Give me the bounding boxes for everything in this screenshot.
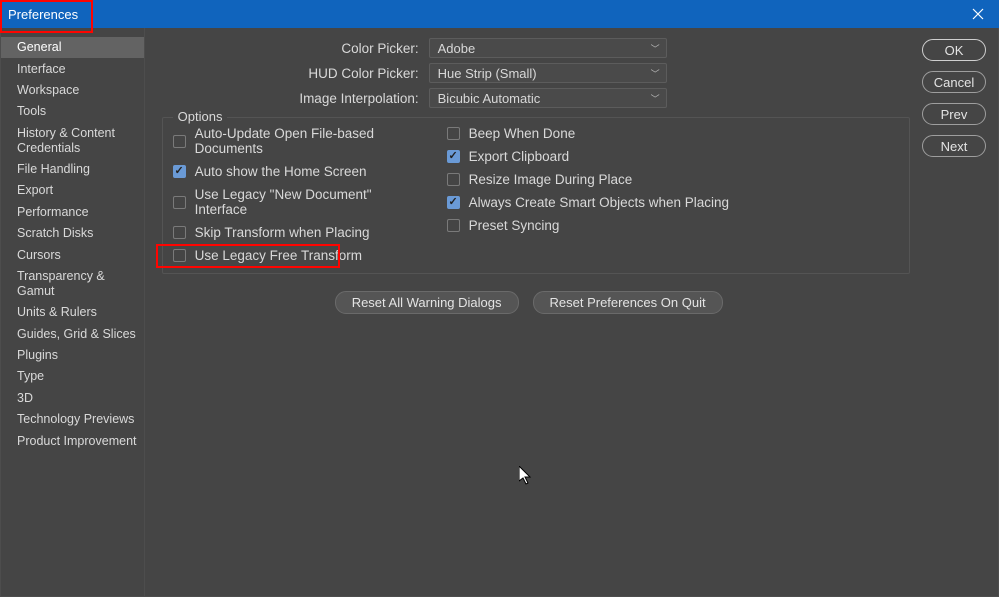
options-column-left: Auto-Update Open File-based Documents Aut… (173, 126, 427, 263)
checkbox-label: Auto-Update Open File-based Documents (195, 126, 427, 156)
sidebar-item-cursors[interactable]: Cursors (1, 244, 144, 265)
checkbox-label: Use Legacy "New Document" Interface (195, 187, 427, 217)
checkbox-box-icon (173, 226, 186, 239)
sidebar-item-interface[interactable]: Interface (1, 58, 144, 79)
sidebar-item-plugins[interactable]: Plugins (1, 345, 144, 366)
checkbox-box-icon (447, 150, 460, 163)
checkbox-preset-syncing[interactable]: Preset Syncing (447, 218, 729, 233)
reset-warning-dialogs-button[interactable]: Reset All Warning Dialogs (335, 291, 519, 314)
sidebar-item-transparency-gamut[interactable]: Transparency & Gamut (1, 266, 144, 302)
options-title: Options (173, 109, 228, 124)
checkbox-label: Beep When Done (469, 126, 576, 141)
right-button-column: OK Cancel Prev Next (916, 28, 998, 596)
preferences-window: Preferences GeneralInterfaceWorkspaceToo… (0, 0, 999, 597)
dropdown-image-interpolation[interactable]: Bicubic Automatic ﹀ (429, 88, 667, 108)
sidebar-item-tools[interactable]: Tools (1, 101, 144, 122)
sidebar-item-units-rulers[interactable]: Units & Rulers (1, 302, 144, 323)
reset-preferences-on-quit-button[interactable]: Reset Preferences On Quit (533, 291, 723, 314)
checkbox-box-icon (173, 249, 186, 262)
checkbox-export-clipboard[interactable]: Export Clipboard (447, 149, 729, 164)
options-grid: Auto-Update Open File-based Documents Aut… (173, 126, 899, 263)
checkbox-label: Auto show the Home Screen (195, 164, 367, 179)
sidebar: GeneralInterfaceWorkspaceToolsHistory & … (1, 28, 145, 596)
checkbox-label: Preset Syncing (469, 218, 560, 233)
checkbox-auto-show-the-home-screen[interactable]: Auto show the Home Screen (173, 164, 427, 179)
sidebar-item-performance[interactable]: Performance (1, 202, 144, 223)
dropdown-color-picker-value: Adobe (438, 41, 476, 56)
close-icon (972, 8, 984, 20)
checkbox-beep-when-done[interactable]: Beep When Done (447, 126, 729, 141)
checkbox-box-icon (447, 173, 460, 186)
checkbox-label: Export Clipboard (469, 149, 570, 164)
sidebar-item-technology-previews[interactable]: Technology Previews (1, 409, 144, 430)
sidebar-item-history-content-credentials[interactable]: History & Content Credentials (1, 123, 144, 159)
label-hud-color-picker: HUD Color Picker: (149, 66, 429, 81)
cancel-button[interactable]: Cancel (922, 71, 986, 93)
checkbox-use-legacy-free-transform[interactable]: Use Legacy Free Transform (173, 248, 427, 263)
checkbox-use-legacy-new-document-interface[interactable]: Use Legacy "New Document" Interface (173, 187, 427, 217)
prev-button[interactable]: Prev (922, 103, 986, 125)
action-button-row: Reset All Warning Dialogs Reset Preferen… (149, 291, 909, 314)
chevron-down-icon: ﹀ (651, 92, 660, 105)
chevron-down-icon: ﹀ (651, 67, 660, 80)
checkbox-resize-image-during-place[interactable]: Resize Image During Place (447, 172, 729, 187)
dropdown-hud-color-picker-value: Hue Strip (Small) (438, 66, 537, 81)
checkbox-always-create-smart-objects-when-placing[interactable]: Always Create Smart Objects when Placing (447, 195, 729, 210)
checkbox-label: Resize Image During Place (469, 172, 633, 187)
checkbox-box-icon (173, 196, 186, 209)
sidebar-item-scratch-disks[interactable]: Scratch Disks (1, 223, 144, 244)
sidebar-item-general[interactable]: General (1, 37, 144, 58)
checkbox-box-icon (173, 135, 186, 148)
dropdown-color-picker[interactable]: Adobe ﹀ (429, 38, 667, 58)
main-panel: Color Picker: Adobe ﹀ HUD Color Picker: … (145, 28, 916, 596)
checkbox-box-icon (447, 196, 460, 209)
close-button[interactable] (957, 0, 999, 28)
ok-button[interactable]: OK (922, 39, 986, 61)
checkbox-box-icon (447, 219, 460, 232)
sidebar-item-file-handling[interactable]: File Handling (1, 159, 144, 180)
checkbox-box-icon (173, 165, 186, 178)
row-image-interpolation: Image Interpolation: Bicubic Automatic ﹀ (149, 88, 910, 108)
label-color-picker: Color Picker: (149, 41, 429, 56)
options-column-right: Beep When Done Export Clipboard Resize Ima… (447, 126, 729, 263)
options-fieldset: Options Auto-Update Open File-based Docu… (162, 117, 910, 274)
dropdown-hud-color-picker[interactable]: Hue Strip (Small) ﹀ (429, 63, 667, 83)
sidebar-item-export[interactable]: Export (1, 180, 144, 201)
sidebar-item-product-improvement[interactable]: Product Improvement (1, 430, 144, 451)
sidebar-item-3d[interactable]: 3D (1, 388, 144, 409)
titlebar: Preferences (0, 0, 999, 28)
checkbox-skip-transform-when-placing[interactable]: Skip Transform when Placing (173, 225, 427, 240)
checkbox-label: Always Create Smart Objects when Placing (469, 195, 729, 210)
checkbox-box-icon (447, 127, 460, 140)
checkbox-label: Use Legacy Free Transform (195, 248, 362, 263)
row-hud-color-picker: HUD Color Picker: Hue Strip (Small) ﹀ (149, 63, 910, 83)
sidebar-item-workspace[interactable]: Workspace (1, 80, 144, 101)
label-image-interpolation: Image Interpolation: (149, 91, 429, 106)
window-title: Preferences (8, 7, 78, 22)
chevron-down-icon: ﹀ (651, 42, 660, 55)
sidebar-item-guides-grid-slices[interactable]: Guides, Grid & Slices (1, 324, 144, 345)
row-color-picker: Color Picker: Adobe ﹀ (149, 38, 910, 58)
sidebar-item-type[interactable]: Type (1, 366, 144, 387)
window-body: GeneralInterfaceWorkspaceToolsHistory & … (0, 28, 999, 597)
dropdown-image-interpolation-value: Bicubic Automatic (438, 91, 541, 106)
checkbox-label: Skip Transform when Placing (195, 225, 370, 240)
checkbox-auto-update-open-file-based-documents[interactable]: Auto-Update Open File-based Documents (173, 126, 427, 156)
next-button[interactable]: Next (922, 135, 986, 157)
